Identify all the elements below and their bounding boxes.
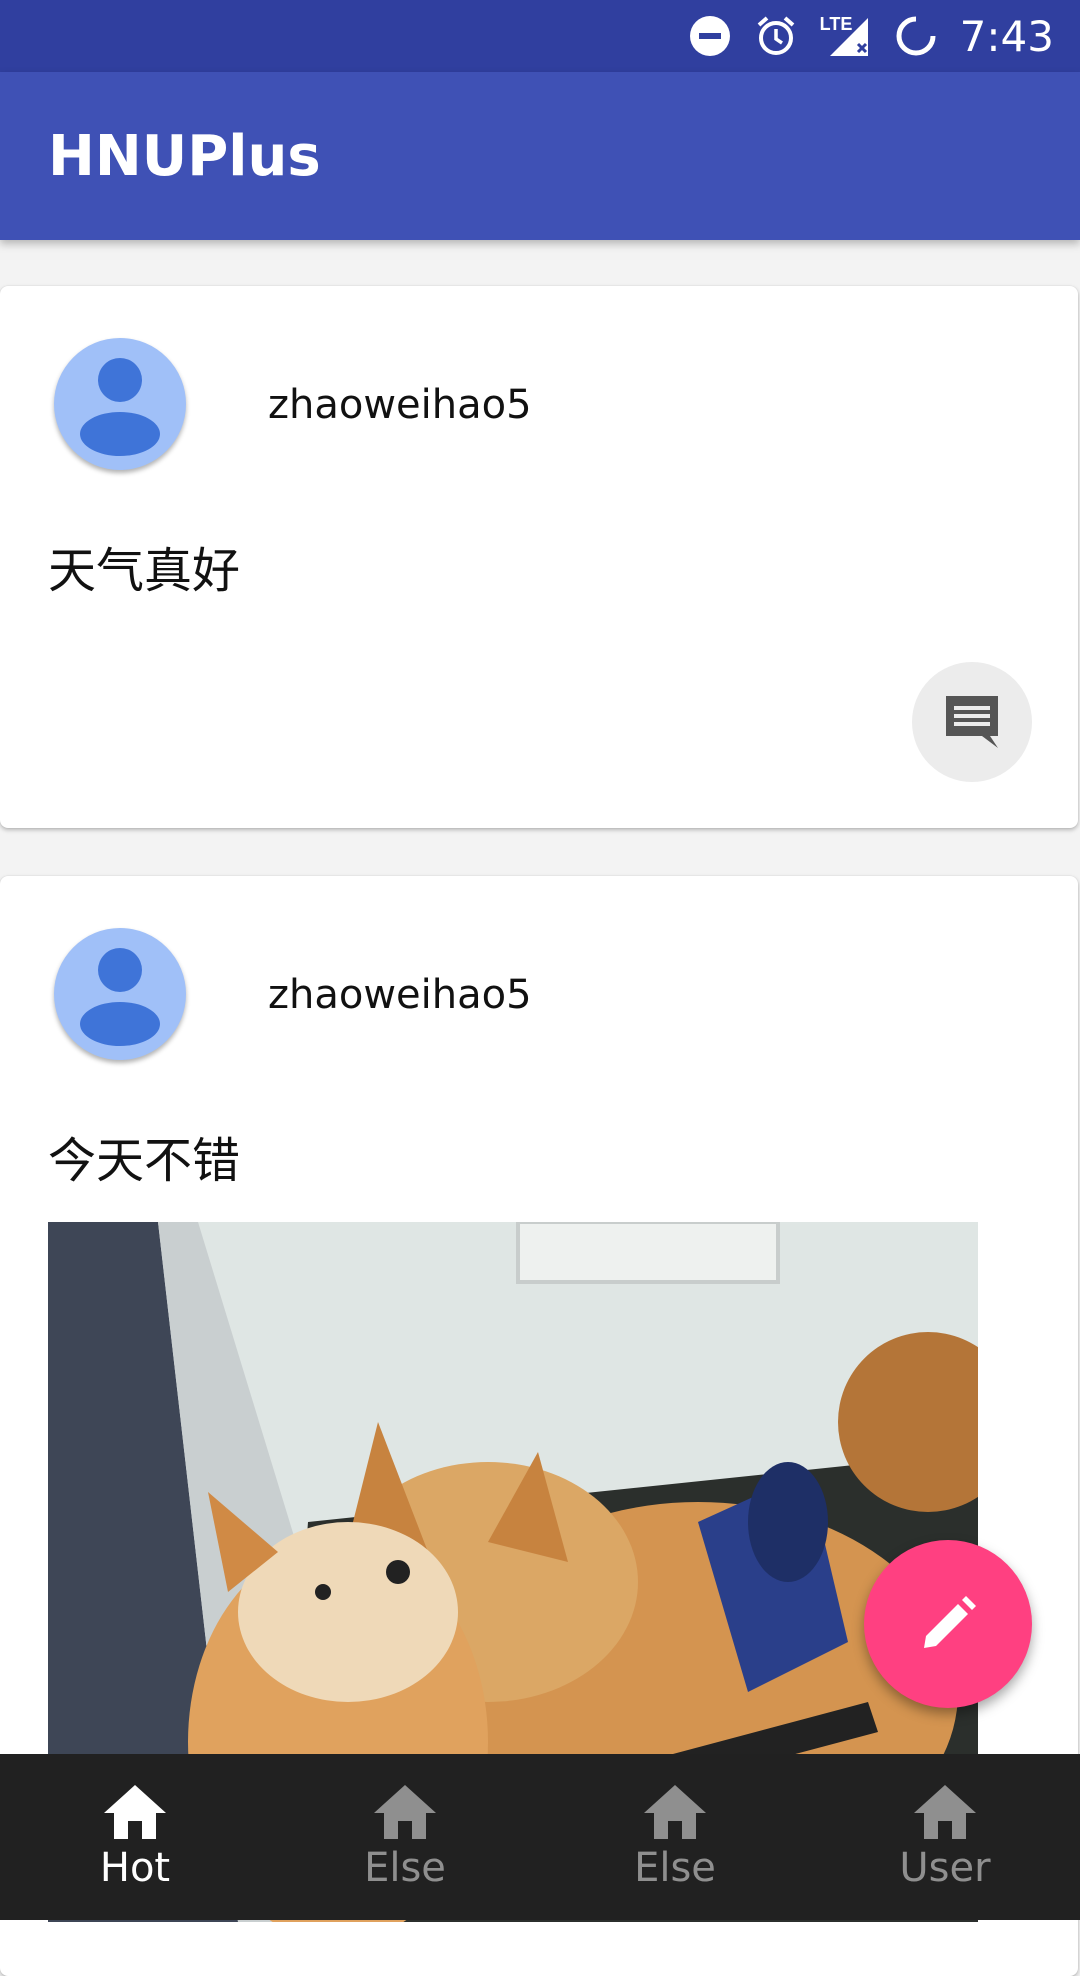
nav-label: Hot (99, 1845, 171, 1891)
nav-item-else[interactable]: Else (270, 1754, 540, 1920)
nav-label: Else (364, 1845, 446, 1891)
app-bar: HNUPlus (0, 72, 1080, 240)
pencil-icon (924, 1596, 976, 1648)
comment-button[interactable] (912, 662, 1032, 782)
alarm-icon (754, 14, 798, 58)
nav-label: User (899, 1845, 991, 1891)
nav-item-user[interactable]: User (810, 1754, 1080, 1920)
nav-item-hot[interactable]: Hot (0, 1754, 270, 1920)
post-text: 今天不错 (48, 1133, 241, 1189)
nav-item-else-2[interactable]: Else (540, 1754, 810, 1920)
home-icon (374, 1785, 436, 1839)
user-avatar-icon (80, 358, 160, 456)
bottom-navigation: Hot Else Else User (0, 1754, 1080, 1920)
comment-icon (946, 696, 998, 748)
app-title: HNUPlus (48, 123, 321, 189)
home-icon (104, 1785, 166, 1839)
avatar[interactable] (54, 338, 186, 470)
battery-charging-icon (894, 14, 938, 58)
home-icon (644, 1785, 706, 1839)
username[interactable]: zhaoweihao5 (268, 972, 532, 1018)
post-text: 天气真好 (48, 543, 241, 599)
do-not-disturb-icon (688, 14, 732, 58)
username[interactable]: zhaoweihao5 (268, 382, 532, 428)
compose-post-button[interactable] (864, 1540, 1032, 1708)
home-icon (914, 1785, 976, 1839)
avatar[interactable] (54, 928, 186, 1060)
post-card[interactable]: zhaoweihao5 天气真好 (0, 286, 1078, 828)
status-bar: LTE 7:43 (0, 0, 1080, 72)
network-type-label: LTE (819, 14, 853, 34)
lte-signal-icon: LTE (820, 14, 872, 58)
user-avatar-icon (80, 948, 160, 1046)
nav-label: Else (634, 1845, 716, 1891)
status-time: 7:43 (959, 11, 1054, 61)
